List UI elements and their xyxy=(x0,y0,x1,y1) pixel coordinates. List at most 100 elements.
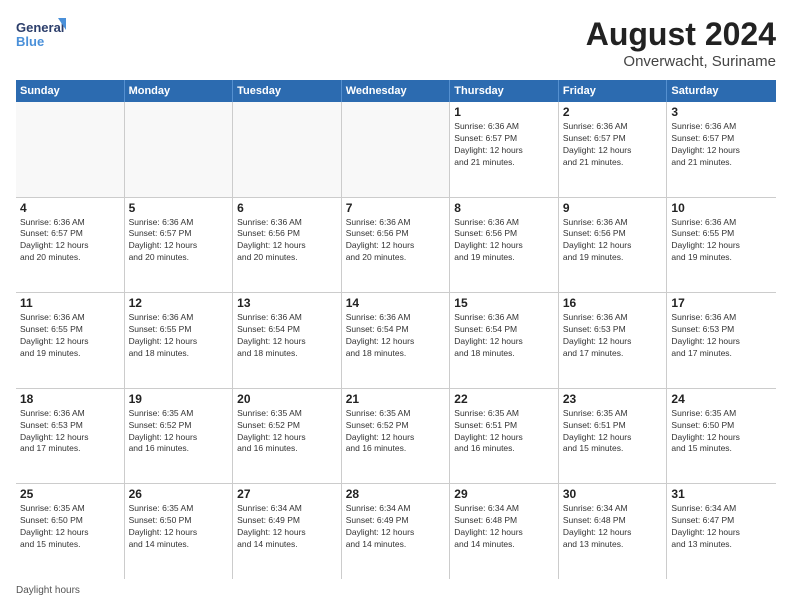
day-number: 1 xyxy=(454,105,554,119)
day-number: 18 xyxy=(20,392,120,406)
day-number: 9 xyxy=(563,201,663,215)
day-info: Sunrise: 6:35 AM Sunset: 6:50 PM Dayligh… xyxy=(129,503,229,551)
calendar-cell xyxy=(342,102,451,197)
day-info: Sunrise: 6:34 AM Sunset: 6:47 PM Dayligh… xyxy=(671,503,772,551)
day-info: Sunrise: 6:35 AM Sunset: 6:52 PM Dayligh… xyxy=(346,408,446,456)
day-info: Sunrise: 6:35 AM Sunset: 6:50 PM Dayligh… xyxy=(671,408,772,456)
calendar-cell: 3 Sunrise: 6:36 AM Sunset: 6:57 PM Daylig… xyxy=(667,102,776,197)
calendar-cell: 31 Sunrise: 6:34 AM Sunset: 6:47 PM Dayli… xyxy=(667,484,776,579)
day-number: 29 xyxy=(454,487,554,501)
calendar-cell: 6 Sunrise: 6:36 AM Sunset: 6:56 PM Daylig… xyxy=(233,198,342,293)
calendar-row-3: 18Sunrise: 6:36 AM Sunset: 6:53 PM Dayli… xyxy=(16,389,776,485)
calendar-cell: 15Sunrise: 6:36 AM Sunset: 6:54 PM Dayli… xyxy=(450,293,559,388)
calendar-row-1: 4 Sunrise: 6:36 AM Sunset: 6:57 PM Daylig… xyxy=(16,198,776,294)
calendar-cell: 13 Sunrise: 6:36 AM Sunset: 6:54 PM Dayli… xyxy=(233,293,342,388)
calendar-cell xyxy=(125,102,234,197)
header-cell-saturday: Saturday xyxy=(667,80,776,102)
calendar-header: SundayMondayTuesdayWednesdayThursdayFrid… xyxy=(16,80,776,102)
calendar-cell: 21Sunrise: 6:35 AM Sunset: 6:52 PM Dayli… xyxy=(342,389,451,484)
calendar-cell: 1Sunrise: 6:36 AM Sunset: 6:57 PM Daylig… xyxy=(450,102,559,197)
header-cell-thursday: Thursday xyxy=(450,80,559,102)
day-info: Sunrise: 6:36 AM Sunset: 6:53 PM Dayligh… xyxy=(563,312,663,360)
calendar-cell: 7 Sunrise: 6:36 AM Sunset: 6:56 PM Daylig… xyxy=(342,198,451,293)
day-number: 24 xyxy=(671,392,772,406)
day-number: 11 xyxy=(20,296,120,310)
day-number: 15 xyxy=(454,296,554,310)
calendar-cell: 24 Sunrise: 6:35 AM Sunset: 6:50 PM Dayli… xyxy=(667,389,776,484)
calendar-cell: 18Sunrise: 6:36 AM Sunset: 6:53 PM Dayli… xyxy=(16,389,125,484)
calendar-cell: 27Sunrise: 6:34 AM Sunset: 6:49 PM Dayli… xyxy=(233,484,342,579)
day-number: 2 xyxy=(563,105,663,119)
day-info: Sunrise: 6:35 AM Sunset: 6:50 PM Dayligh… xyxy=(20,503,120,551)
day-info: Sunrise: 6:36 AM Sunset: 6:57 PM Dayligh… xyxy=(563,121,663,169)
calendar-cell xyxy=(16,102,125,197)
day-number: 10 xyxy=(671,201,772,215)
calendar-cell: 29 Sunrise: 6:34 AM Sunset: 6:48 PM Dayli… xyxy=(450,484,559,579)
calendar-cell: 8Sunrise: 6:36 AM Sunset: 6:56 PM Daylig… xyxy=(450,198,559,293)
day-info: Sunrise: 6:36 AM Sunset: 6:53 PM Dayligh… xyxy=(671,312,772,360)
day-info: Sunrise: 6:36 AM Sunset: 6:55 PM Dayligh… xyxy=(20,312,120,360)
calendar-cell: 9Sunrise: 6:36 AM Sunset: 6:56 PM Daylig… xyxy=(559,198,668,293)
calendar-row-2: 11 Sunrise: 6:36 AM Sunset: 6:55 PM Dayli… xyxy=(16,293,776,389)
calendar-cell: 25Sunrise: 6:35 AM Sunset: 6:50 PM Dayli… xyxy=(16,484,125,579)
day-info: Sunrise: 6:36 AM Sunset: 6:57 PM Dayligh… xyxy=(20,217,120,265)
day-info: Sunrise: 6:35 AM Sunset: 6:52 PM Dayligh… xyxy=(129,408,229,456)
calendar-cell: 30Sunrise: 6:34 AM Sunset: 6:48 PM Dayli… xyxy=(559,484,668,579)
main-title: August 2024 xyxy=(586,16,776,53)
header-cell-tuesday: Tuesday xyxy=(233,80,342,102)
day-number: 22 xyxy=(454,392,554,406)
title-block: August 2024 Onverwacht, Suriname xyxy=(586,16,776,70)
day-number: 28 xyxy=(346,487,446,501)
day-number: 5 xyxy=(129,201,229,215)
calendar-cell xyxy=(233,102,342,197)
calendar-cell: 19 Sunrise: 6:35 AM Sunset: 6:52 PM Dayli… xyxy=(125,389,234,484)
day-number: 17 xyxy=(671,296,772,310)
day-info: Sunrise: 6:36 AM Sunset: 6:57 PM Dayligh… xyxy=(671,121,772,169)
svg-text:Blue: Blue xyxy=(16,34,44,49)
calendar-cell: 11 Sunrise: 6:36 AM Sunset: 6:55 PM Dayli… xyxy=(16,293,125,388)
calendar-cell: 20 Sunrise: 6:35 AM Sunset: 6:52 PM Dayli… xyxy=(233,389,342,484)
day-number: 31 xyxy=(671,487,772,501)
day-info: Sunrise: 6:34 AM Sunset: 6:48 PM Dayligh… xyxy=(454,503,554,551)
day-info: Sunrise: 6:35 AM Sunset: 6:52 PM Dayligh… xyxy=(237,408,337,456)
day-number: 3 xyxy=(671,105,772,119)
header-cell-sunday: Sunday xyxy=(16,80,125,102)
day-info: Sunrise: 6:36 AM Sunset: 6:56 PM Dayligh… xyxy=(237,217,337,265)
logo-svg: General Blue xyxy=(16,16,66,54)
header-cell-wednesday: Wednesday xyxy=(342,80,451,102)
calendar-cell: 28 Sunrise: 6:34 AM Sunset: 6:49 PM Dayli… xyxy=(342,484,451,579)
day-info: Sunrise: 6:35 AM Sunset: 6:51 PM Dayligh… xyxy=(563,408,663,456)
day-number: 4 xyxy=(20,201,120,215)
header-cell-monday: Monday xyxy=(125,80,234,102)
day-info: Sunrise: 6:36 AM Sunset: 6:56 PM Dayligh… xyxy=(454,217,554,265)
day-info: Sunrise: 6:34 AM Sunset: 6:49 PM Dayligh… xyxy=(237,503,337,551)
day-number: 20 xyxy=(237,392,337,406)
day-number: 19 xyxy=(129,392,229,406)
calendar-cell: 16Sunrise: 6:36 AM Sunset: 6:53 PM Dayli… xyxy=(559,293,668,388)
day-info: Sunrise: 6:36 AM Sunset: 6:56 PM Dayligh… xyxy=(346,217,446,265)
day-info: Sunrise: 6:36 AM Sunset: 6:55 PM Dayligh… xyxy=(129,312,229,360)
day-number: 7 xyxy=(346,201,446,215)
day-info: Sunrise: 6:36 AM Sunset: 6:57 PM Dayligh… xyxy=(129,217,229,265)
day-info: Sunrise: 6:34 AM Sunset: 6:49 PM Dayligh… xyxy=(346,503,446,551)
header-cell-friday: Friday xyxy=(559,80,668,102)
day-info: Sunrise: 6:36 AM Sunset: 6:54 PM Dayligh… xyxy=(237,312,337,360)
day-info: Sunrise: 6:35 AM Sunset: 6:51 PM Dayligh… xyxy=(454,408,554,456)
calendar-cell: 22 Sunrise: 6:35 AM Sunset: 6:51 PM Dayli… xyxy=(450,389,559,484)
subtitle: Onverwacht, Suriname xyxy=(586,53,776,70)
page: General Blue August 2024 Onverwacht, Sur… xyxy=(0,0,792,612)
day-number: 23 xyxy=(563,392,663,406)
calendar-body: 1 Sunrise: 6:36 AM Sunset: 6:57 PM Daylig… xyxy=(16,102,776,579)
calendar-cell: 12 Sunrise: 6:36 AM Sunset: 6:55 PM Dayli… xyxy=(125,293,234,388)
calendar-cell: 26 Sunrise: 6:35 AM Sunset: 6:50 PM Dayli… xyxy=(125,484,234,579)
day-number: 6 xyxy=(237,201,337,215)
day-number: 12 xyxy=(129,296,229,310)
day-number: 26 xyxy=(129,487,229,501)
day-number: 13 xyxy=(237,296,337,310)
calendar: SundayMondayTuesdayWednesdayThursdayFrid… xyxy=(16,80,776,579)
calendar-cell: 23 Sunrise: 6:35 AM Sunset: 6:51 PM Dayli… xyxy=(559,389,668,484)
day-info: Sunrise: 6:36 AM Sunset: 6:55 PM Dayligh… xyxy=(671,217,772,265)
calendar-cell: 14Sunrise: 6:36 AM Sunset: 6:54 PM Dayli… xyxy=(342,293,451,388)
day-info: Sunrise: 6:36 AM Sunset: 6:54 PM Dayligh… xyxy=(346,312,446,360)
calendar-cell: 4 Sunrise: 6:36 AM Sunset: 6:57 PM Daylig… xyxy=(16,198,125,293)
